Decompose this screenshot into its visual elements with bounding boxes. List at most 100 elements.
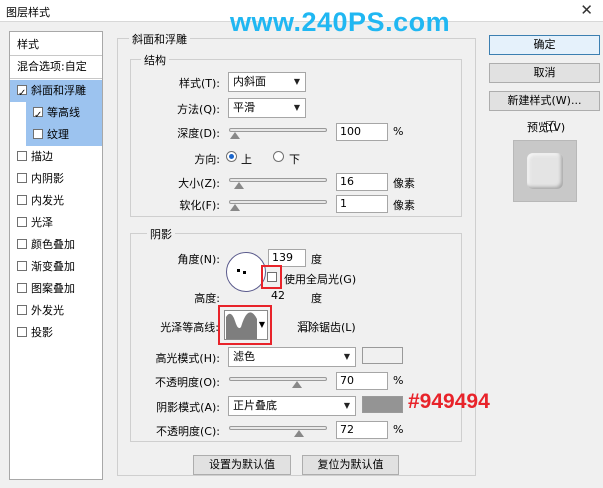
checkbox[interactable] [33, 129, 43, 139]
method-select[interactable]: 平滑 ▼ [228, 98, 306, 118]
styles-header: 样式 [17, 38, 39, 51]
sidebar-item-label: 渐变叠加 [31, 260, 75, 273]
sidebar-item-inner-glow[interactable]: 内发光 [10, 190, 102, 212]
angle-unit: 度 [311, 253, 322, 266]
style-label: 样式(T): [178, 77, 220, 90]
shadow-opacity-slider[interactable] [229, 426, 327, 430]
sidebar-item-stroke[interactable]: 描边 [10, 146, 102, 168]
shadow-mode-select[interactable]: 正片叠底 ▼ [228, 396, 356, 416]
preview-label: 预览(V) [527, 121, 566, 134]
sidebar-item-pattern-overlay[interactable]: 图案叠加 [10, 278, 102, 300]
highlight-opacity-unit: % [393, 374, 404, 387]
size-label: 大小(Z): [178, 177, 220, 190]
depth-input[interactable]: 100 [336, 123, 388, 141]
sidebar-item-label: 颜色叠加 [31, 238, 75, 251]
checkbox[interactable] [17, 239, 27, 249]
chevron-down-icon: ▼ [293, 103, 300, 112]
sidebar-item-gradient-overlay[interactable]: 渐变叠加 [10, 256, 102, 278]
sidebar-item-texture[interactable]: 纹理 [26, 124, 102, 146]
soften-unit: 像素 [393, 199, 415, 212]
altitude-input[interactable]: 42 [268, 288, 306, 306]
shading-title: 阴影 [147, 226, 175, 242]
shadow-opacity-label: 不透明度(C): [156, 425, 220, 438]
sidebar-item-bevel-emboss[interactable]: 斜面和浮雕 [10, 80, 102, 105]
global-light-label: 使用全局光(G) [284, 273, 357, 286]
checkbox[interactable] [17, 151, 27, 161]
contour-curve-icon [226, 312, 257, 339]
checkbox[interactable] [17, 283, 27, 293]
soften-label: 软化(F): [179, 199, 220, 212]
altitude-label: 高度: [194, 292, 220, 305]
highlight-opacity-slider[interactable] [229, 377, 327, 381]
direction-up-radio[interactable] [226, 151, 237, 162]
preview-swatch [527, 153, 563, 189]
antialias-label: 消除锯齿(L) [297, 321, 356, 334]
shadow-mode-label: 阴影模式(A): [156, 401, 220, 414]
gloss-contour-label: 光泽等高线: [160, 321, 219, 334]
chevron-down-icon: ▼ [343, 401, 350, 410]
shadow-color-swatch[interactable] [362, 396, 403, 413]
make-default-button[interactable]: 设置为默认值 [193, 455, 291, 475]
highlight-opacity-label: 不透明度(O): [155, 376, 220, 389]
depth-slider[interactable] [229, 128, 327, 132]
style-select[interactable]: 内斜面 ▼ [228, 72, 306, 92]
size-slider-thumb[interactable] [234, 182, 244, 189]
shadow-opacity-input[interactable]: 72 [336, 421, 388, 439]
angle-center [243, 271, 246, 274]
checkbox[interactable] [17, 83, 27, 105]
direction-down-radio[interactable] [273, 151, 284, 162]
soften-input[interactable]: 1 [336, 195, 388, 213]
gloss-contour-picker[interactable]: ▼ [224, 310, 268, 340]
shadow-opacity-thumb[interactable] [294, 430, 304, 437]
select-value: 内斜面 [233, 75, 266, 88]
size-input[interactable]: 16 [336, 173, 388, 191]
sidebar-item-label: 内发光 [31, 194, 64, 207]
depth-label: 深度(D): [177, 127, 220, 140]
global-light-checkbox[interactable] [267, 272, 277, 282]
depth-slider-thumb[interactable] [230, 132, 240, 139]
sidebar-item-label: 斜面和浮雕 [31, 84, 86, 97]
sidebar-item-label: 图案叠加 [31, 282, 75, 295]
soften-slider-thumb[interactable] [230, 204, 240, 211]
size-unit: 像素 [393, 177, 415, 190]
checkbox[interactable] [17, 327, 27, 337]
highlight-opacity-input[interactable]: 70 [336, 372, 388, 390]
ok-button[interactable]: 确定 [489, 35, 600, 55]
structure-title: 结构 [141, 52, 169, 68]
direction-label: 方向: [194, 153, 220, 166]
divider [10, 78, 102, 79]
soften-slider[interactable] [229, 200, 327, 204]
sidebar-item-contour[interactable]: 等高线 [26, 102, 102, 127]
highlight-mode-select[interactable]: 滤色 ▼ [228, 347, 356, 367]
new-style-button[interactable]: 新建样式(W)... [489, 91, 600, 111]
depth-unit: % [393, 125, 404, 138]
angle-label: 角度(N): [177, 253, 220, 266]
select-value: 平滑 [233, 101, 255, 114]
reset-default-button[interactable]: 复位为默认值 [302, 455, 399, 475]
checkbox[interactable] [17, 305, 27, 315]
sidebar-item-drop-shadow[interactable]: 投影 [10, 322, 102, 344]
checkbox[interactable] [33, 105, 43, 127]
section-title: 斜面和浮雕 [129, 31, 190, 47]
checkbox[interactable] [17, 217, 27, 227]
sidebar-item-inner-shadow[interactable]: 内阴影 [10, 168, 102, 190]
highlight-opacity-thumb[interactable] [292, 381, 302, 388]
close-icon[interactable]: ✕ [580, 1, 593, 19]
angle-dial[interactable] [226, 252, 266, 292]
sidebar-item-satin[interactable]: 光泽 [10, 212, 102, 234]
sidebar-item-color-overlay[interactable]: 颜色叠加 [10, 234, 102, 256]
highlight-color-swatch[interactable] [362, 347, 403, 364]
blending-options-item[interactable]: 混合选项:自定 [10, 56, 102, 78]
watermark: www.240PS.com [230, 7, 451, 37]
chevron-down-icon[interactable]: ▼ [259, 320, 265, 329]
cancel-button[interactable]: 取消 [489, 63, 600, 83]
checkbox[interactable] [17, 261, 27, 271]
select-value: 滤色 [233, 350, 255, 363]
select-value: 正片叠底 [233, 399, 277, 412]
window-title: 图层样式 [6, 6, 50, 19]
sidebar-item-outer-glow[interactable]: 外发光 [10, 300, 102, 322]
sidebar-item-label: 光泽 [31, 216, 53, 229]
highlight-mode-label: 高光模式(H): [155, 352, 220, 365]
checkbox[interactable] [17, 173, 27, 183]
checkbox[interactable] [17, 195, 27, 205]
